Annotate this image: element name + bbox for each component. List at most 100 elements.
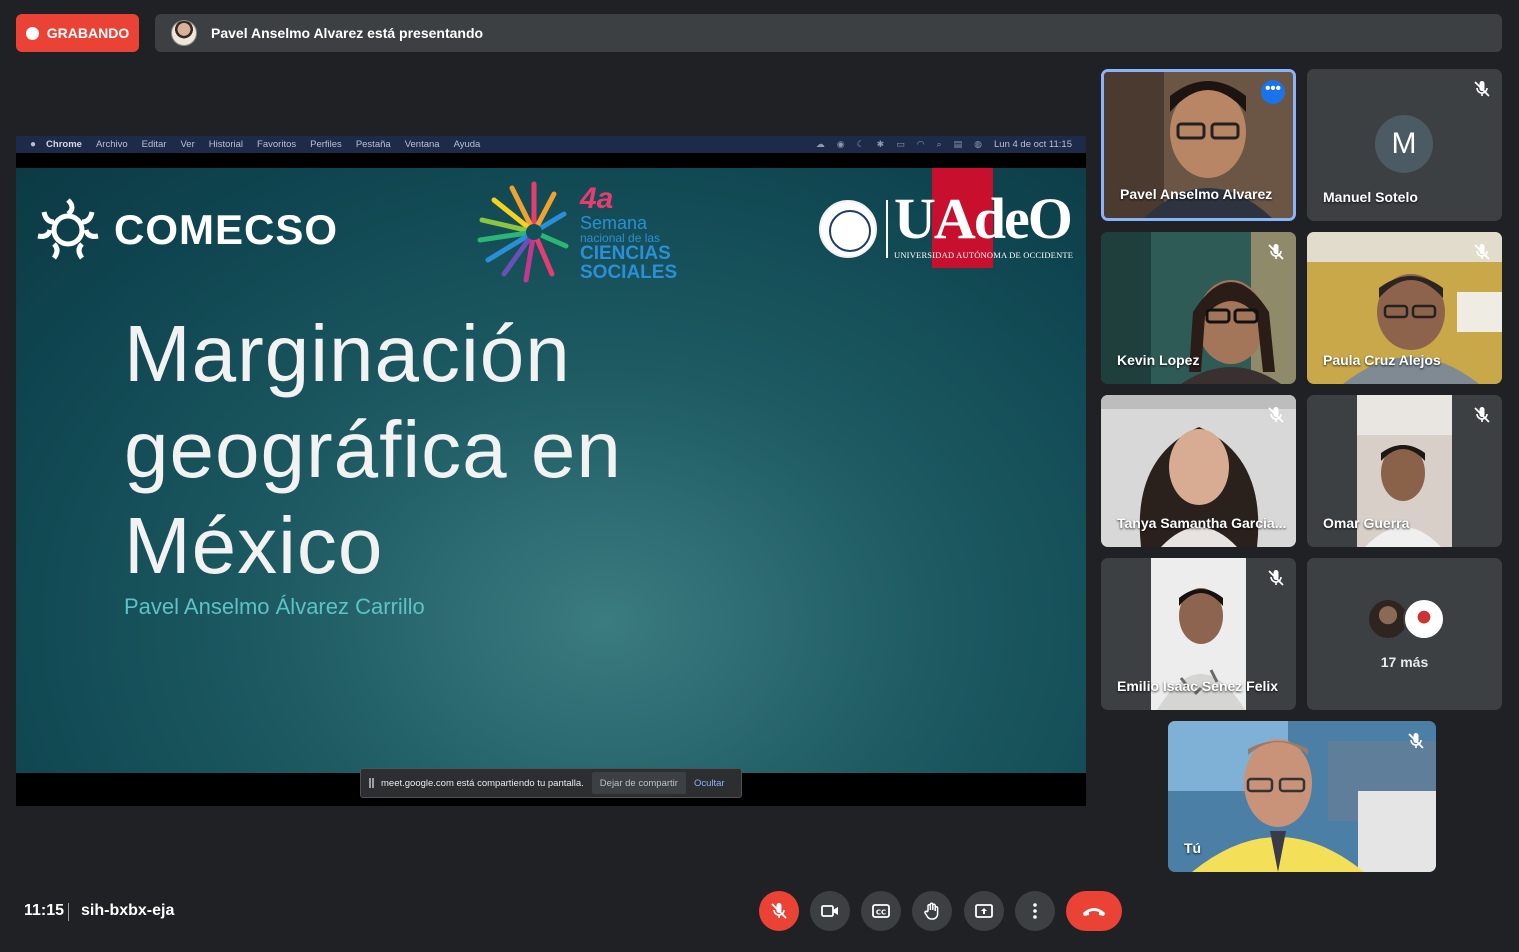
screen-share-notice: meet.google.com está compartiendo tu pan… xyxy=(360,768,742,798)
slide-author: Pavel Anselmo Álvarez Carrillo xyxy=(124,594,425,619)
mic-off-icon xyxy=(1474,244,1490,260)
participant-name: Manuel Sotelo xyxy=(1323,189,1418,205)
slide-title-line-1: Marginación xyxy=(124,309,571,398)
presenter-avatar xyxy=(171,20,197,46)
self-video xyxy=(1168,721,1436,872)
mic-off-icon xyxy=(771,903,787,919)
recording-label: GRABANDO xyxy=(46,25,130,41)
semana-ciencias: CIENCIAS xyxy=(580,243,671,264)
uadeo-separator xyxy=(886,200,888,258)
mic-off-icon xyxy=(1474,407,1490,423)
svg-text:CC: CC xyxy=(876,909,886,917)
bottom-divider xyxy=(68,903,69,921)
participant-tile[interactable]: Emilio Isaac Senez Felix xyxy=(1101,558,1296,710)
mic-off-icon xyxy=(1408,733,1424,749)
presenting-text: Pavel Anselmo Alvarez está presentando xyxy=(211,25,484,41)
cloud-icon: ☁ xyxy=(815,139,825,149)
participant-name: Omar Guerra xyxy=(1323,515,1410,531)
present-screen-button[interactable] xyxy=(964,891,1004,931)
siri-icon: ◍ xyxy=(974,139,982,149)
mic-off-icon xyxy=(1268,570,1284,586)
hide-notice-button[interactable]: Ocultar xyxy=(694,778,725,789)
mic-toggle-button[interactable] xyxy=(759,891,799,931)
recording-dot-icon xyxy=(25,26,39,40)
wifi-icon: ◠ xyxy=(916,139,925,149)
menu-item-pestana: Pestaña xyxy=(355,139,391,150)
bluetooth-icon: ✱ xyxy=(876,139,885,149)
menu-item-chrome: Chrome xyxy=(46,139,82,150)
more-participants-tile[interactable]: 17 más xyxy=(1307,558,1502,710)
drag-handle-icon[interactable] xyxy=(369,778,374,788)
meeting-clock: 11:15 xyxy=(24,902,65,919)
uadeo-subtitle: UNIVERSIDAD AUTÓNOMA DE OCCIDENTE xyxy=(894,250,1074,260)
uadeo-wordmark: UAdeO xyxy=(894,186,1073,251)
apple-icon: ● xyxy=(30,139,37,150)
comecso-wordmark: COMECSO xyxy=(114,206,339,253)
uadeo-seal-icon xyxy=(819,200,877,258)
more-options-button[interactable] xyxy=(1015,891,1055,931)
participant-name: Pavel Anselmo Alvarez xyxy=(1120,186,1273,202)
record-status-icon: ◉ xyxy=(836,139,845,149)
participant-tile[interactable]: M Manuel Sotelo xyxy=(1307,69,1502,221)
participant-tile[interactable]: Paula Cruz Alejos xyxy=(1307,232,1502,384)
end-call-button[interactable] xyxy=(1066,891,1122,931)
menu-item-historial: Historial xyxy=(208,139,244,150)
mac-datetime: Lun 4 de oct 11:15 xyxy=(994,139,1072,150)
end-call-icon xyxy=(1083,908,1105,916)
mic-off-icon xyxy=(1268,407,1284,423)
participant-name: Emilio Isaac Senez Felix xyxy=(1117,678,1279,694)
semana-sociales: SOCIALES xyxy=(580,262,678,283)
share-message: meet.google.com está compartiendo tu pan… xyxy=(381,777,584,789)
menu-item-archivo: Archivo xyxy=(95,139,128,150)
slide-title: Marginación geográfica en México xyxy=(124,306,764,594)
menu-item-ventana: Ventana xyxy=(404,139,440,150)
participant-name: Tanya Samantha Garcia... xyxy=(1117,515,1287,531)
participant-avatar xyxy=(1403,598,1445,640)
more-participants-count: 17 más xyxy=(1380,654,1429,670)
slide-title-line-2: geográfica en xyxy=(124,405,622,494)
presenting-banner: Pavel Anselmo Alvarez está presentando xyxy=(155,14,1502,52)
menu-item-ayuda: Ayuda xyxy=(453,139,481,150)
mac-menubar: ● Chrome Archivo Editar Ver Historial Fa… xyxy=(16,136,1086,153)
menu-item-editar: Editar xyxy=(141,139,167,150)
slide-title-line-3: México xyxy=(124,501,384,590)
semana-word: Semana xyxy=(580,213,648,233)
semana-number: 4a xyxy=(580,182,614,215)
participant-name: Paula Cruz Alejos xyxy=(1323,352,1441,368)
control-center-icon: ▤ xyxy=(953,139,963,149)
participant-tile[interactable]: Omar Guerra xyxy=(1307,395,1502,547)
shared-screen: ● Chrome Archivo Editar Ver Historial Fa… xyxy=(16,136,1086,806)
menu-item-ver: Ver xyxy=(180,139,195,150)
battery-icon: ▭ xyxy=(896,139,905,149)
participant-options-icon[interactable]: ••• xyxy=(1261,80,1285,104)
presentation-slide: COMECSO 4a Semana nacional de las CIENCI… xyxy=(16,168,1086,773)
mac-status-area: ☁ ◉ ☾ ✱ ▭ ◠ ⌕ ▤ ◍ Lun 4 de oct 11:15 xyxy=(816,136,1072,153)
camera-toggle-button[interactable] xyxy=(810,891,850,931)
captions-icon: CC xyxy=(872,904,890,918)
menu-item-perfiles: Perfiles xyxy=(310,139,342,150)
moon-icon: ☾ xyxy=(856,139,865,149)
semana-logo: 4a Semana nacional de las CIENCIAS SOCIA… xyxy=(474,174,684,284)
mic-off-icon xyxy=(1474,81,1490,97)
stop-sharing-button[interactable]: Dejar de compartir xyxy=(591,772,686,794)
meeting-code[interactable]: sih-bxbx-eja xyxy=(81,902,174,920)
captions-button[interactable]: CC xyxy=(861,891,901,931)
present-screen-icon xyxy=(975,904,993,918)
participant-avatar-initial: M xyxy=(1375,115,1433,173)
participant-tile[interactable]: ••• Pavel Anselmo Alvarez xyxy=(1101,69,1296,221)
more-options-icon xyxy=(1033,903,1037,919)
comecso-mark-icon xyxy=(37,198,99,260)
raise-hand-button[interactable] xyxy=(912,891,952,931)
camera-icon xyxy=(821,905,838,917)
participant-tile[interactable]: Tanya Samantha Garcia... xyxy=(1101,395,1296,547)
menu-item-favoritos: Favoritos xyxy=(257,139,297,150)
participant-tile[interactable]: Kevin Lopez xyxy=(1101,232,1296,384)
recording-badge[interactable]: GRABANDO xyxy=(16,14,139,52)
semana-flower-icon xyxy=(477,181,569,283)
raise-hand-icon xyxy=(924,902,939,920)
self-view-tile[interactable]: Tú xyxy=(1168,721,1436,872)
mic-off-icon xyxy=(1268,244,1284,260)
participant-name: Tú xyxy=(1184,840,1202,856)
comecso-logo: COMECSO xyxy=(32,194,338,266)
participant-name: Kevin Lopez xyxy=(1117,352,1200,368)
